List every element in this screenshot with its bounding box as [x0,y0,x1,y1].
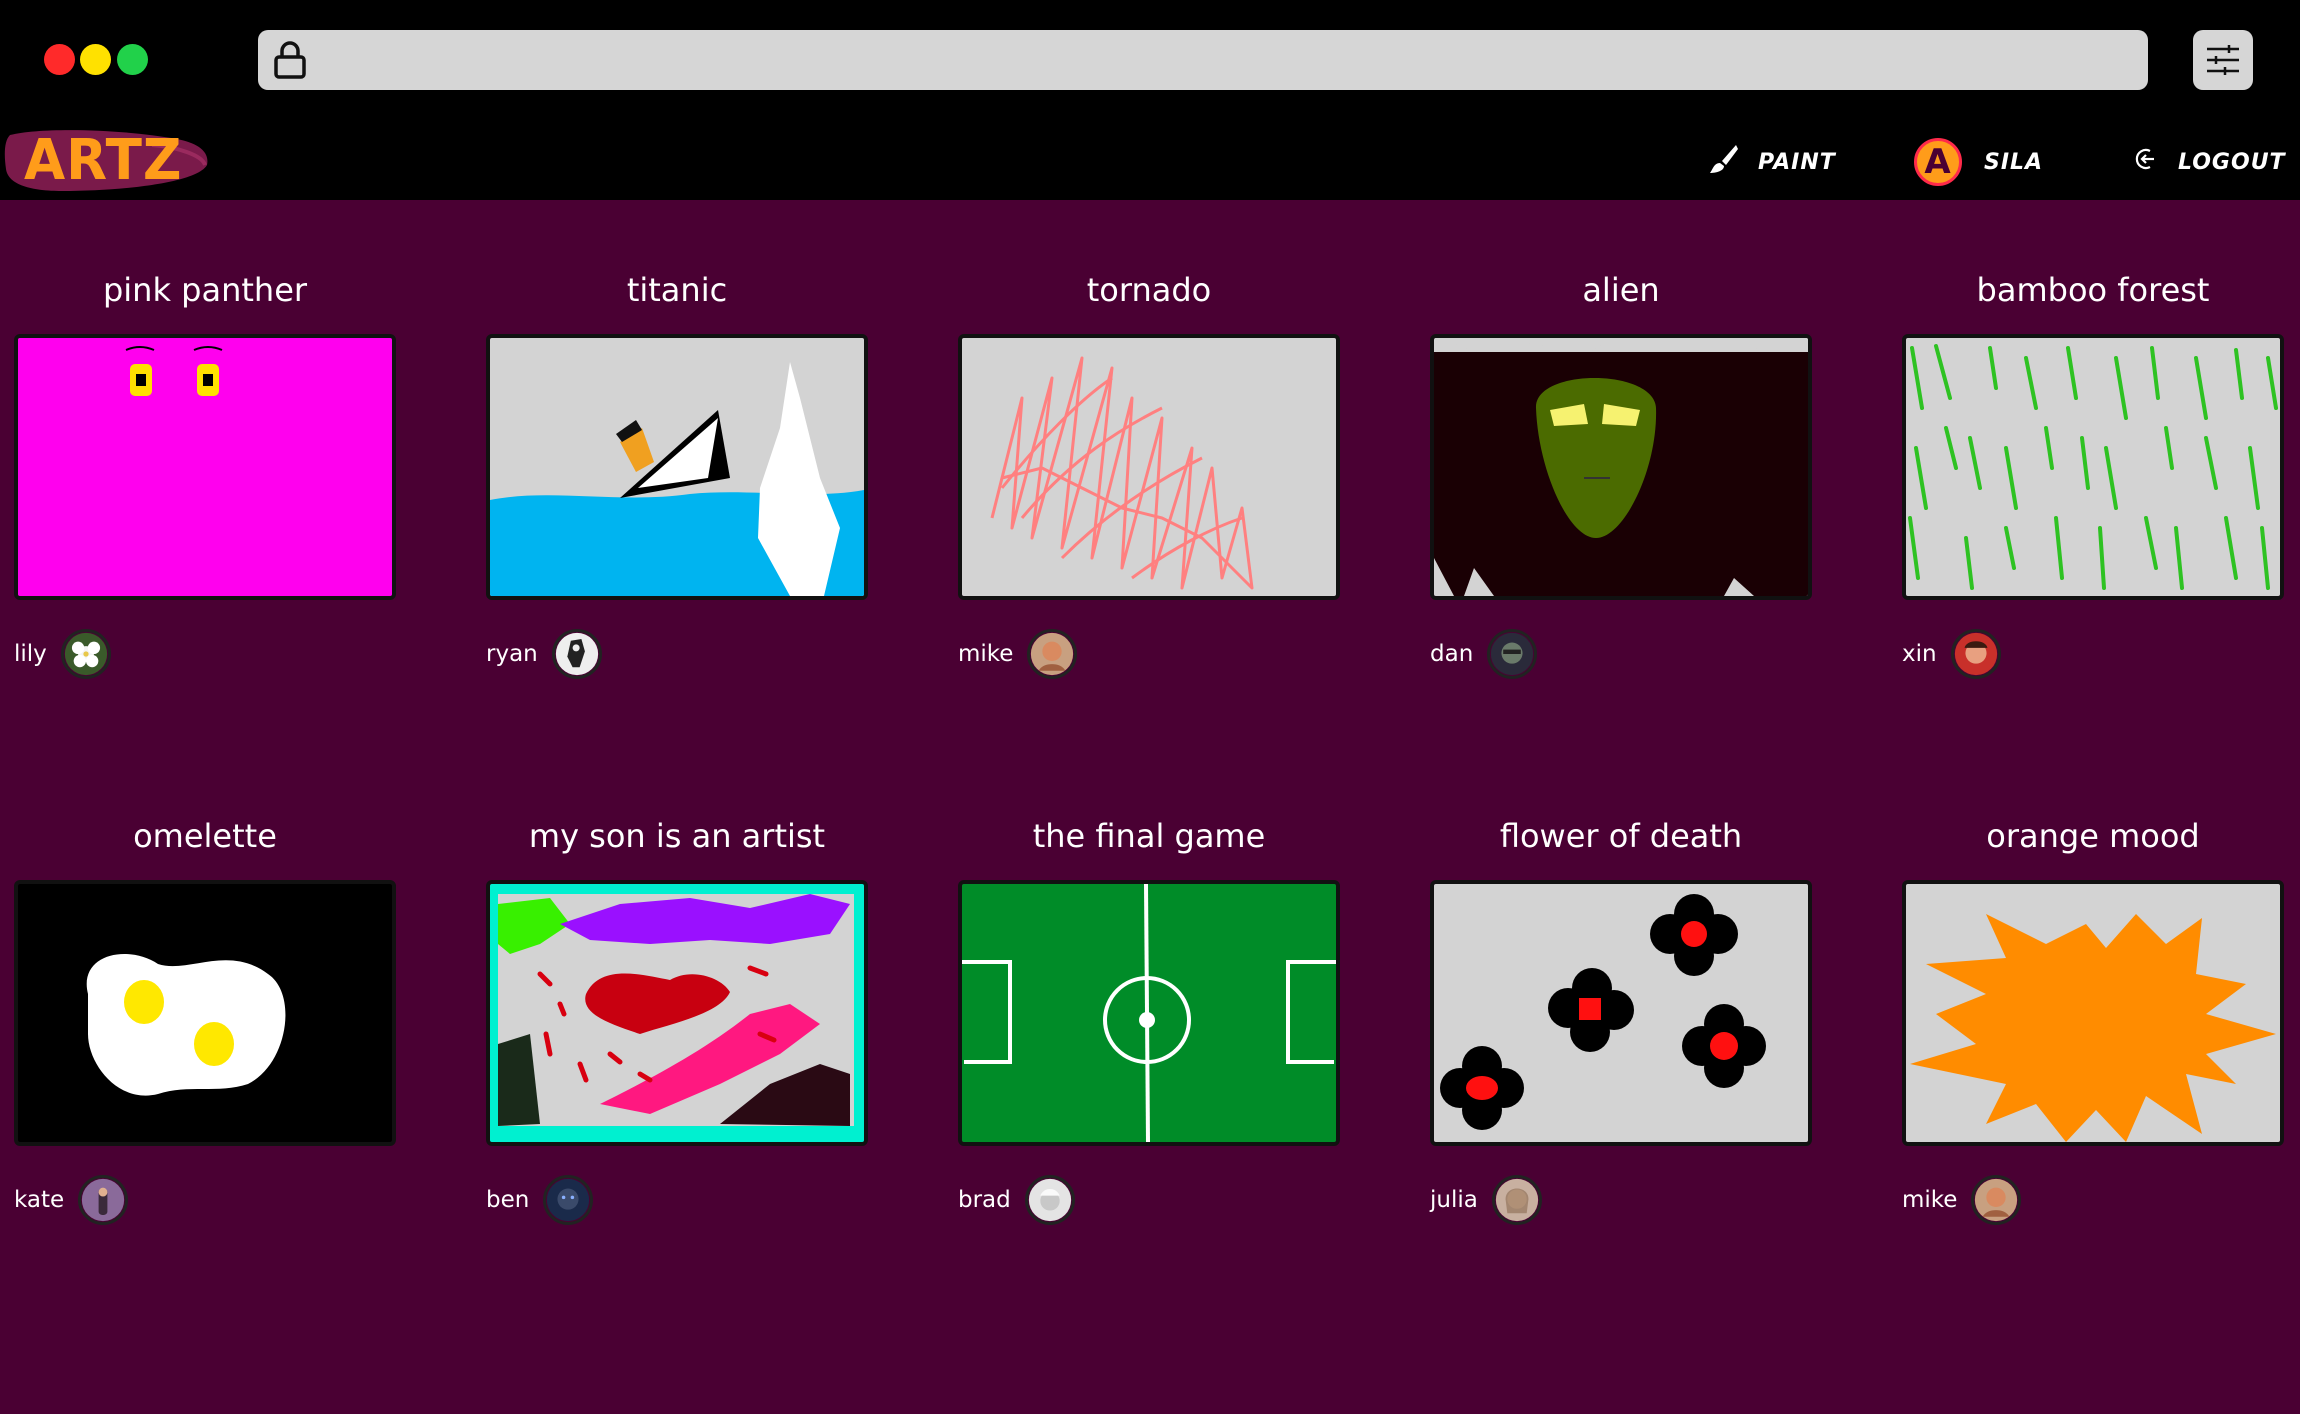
author-name: julia [1430,1187,1478,1213]
author-avatar [1971,1175,2022,1225]
author-avatar [543,1175,594,1225]
artwork-image[interactable] [486,334,868,600]
artwork-author[interactable]: julia [1430,1174,1542,1226]
paint-label: PAINT [1758,149,1836,175]
author-name: xin [1902,641,1937,667]
artwork-author[interactable]: brad [958,1174,1075,1226]
artwork-author[interactable]: xin [1902,628,2001,680]
artwork-image[interactable] [1430,880,1812,1146]
author-name: mike [958,641,1014,667]
author-name: lily [14,641,47,667]
user-name: SILA [1984,149,2044,175]
author-name: ryan [486,641,538,667]
artwork-title: tornado [1086,271,1212,309]
logout-link[interactable]: LOGOUT [2134,135,2286,189]
author-name: mike [1902,1187,1958,1213]
logout-icon [2134,146,2160,178]
app-name: ARTZ [24,128,183,193]
artwork-author[interactable]: kate [14,1174,129,1226]
user-avatar: A [1914,138,1962,186]
artwork-title: pink panther [102,271,308,309]
artwork-title: alien [1582,271,1660,309]
artwork-author[interactable]: mike [1902,1174,2022,1226]
artwork-title: orange mood [1986,817,2200,855]
artwork-image[interactable] [14,880,396,1146]
user-profile-link[interactable]: A SILA [1914,135,2043,189]
maximize-window-button[interactable] [117,44,148,75]
artwork-author[interactable]: ben [486,1174,594,1226]
minimize-window-button[interactable] [80,44,111,75]
lock-icon [270,40,310,80]
artwork-author[interactable]: mike [958,628,1078,680]
author-name: ben [486,1187,530,1213]
author-avatar [1491,1175,1542,1225]
artwork-image[interactable] [958,880,1340,1146]
author-avatar [1950,629,2001,679]
artwork-image[interactable] [486,880,868,1146]
settings-button[interactable] [2193,30,2253,90]
artwork-image[interactable] [14,334,396,600]
author-name: kate [14,1187,65,1213]
artwork-author[interactable]: dan [1430,628,1538,680]
paint-link[interactable]: PAINT [1708,135,1836,189]
artwork-title: bamboo forest [1976,271,2210,309]
artwork-title: my son is an artist [528,817,826,855]
author-name: brad [958,1187,1011,1213]
window-chrome: ARTZ PAINT A SILA LOGOUT [0,0,2300,200]
author-avatar [60,629,111,679]
artwork-author[interactable]: lily [14,628,111,680]
author-avatar [1027,629,1078,679]
address-bar[interactable] [258,30,2148,90]
artwork-image[interactable] [1902,880,2284,1146]
author-avatar [78,1175,129,1225]
logout-label: LOGOUT [2178,149,2286,175]
author-avatar [1487,629,1538,679]
artwork-image[interactable] [1430,334,1812,600]
author-avatar [1024,1175,1075,1225]
author-avatar [551,629,602,679]
artwork-image[interactable] [958,334,1340,600]
artwork-title: titanic [626,271,728,309]
artwork-title: omelette [133,817,277,855]
artwork-image[interactable] [1902,334,2284,600]
close-window-button[interactable] [44,44,75,75]
brush-icon [1708,143,1740,181]
author-name: dan [1430,641,1474,667]
artwork-author[interactable]: ryan [486,628,602,680]
artwork-title: the final game [1032,817,1266,855]
artwork-title: flower of death [1499,817,1743,855]
